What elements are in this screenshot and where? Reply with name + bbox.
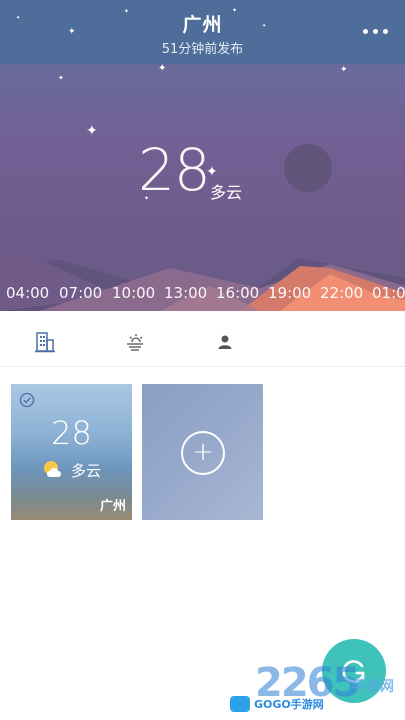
partly-cloudy-icon	[44, 461, 61, 477]
tab-bar	[0, 318, 405, 366]
card-temperature: 28	[51, 414, 92, 452]
add-city-card[interactable]: +	[142, 384, 263, 520]
tab-conditions[interactable]	[90, 318, 180, 366]
city-card-guangzhou[interactable]: 28 多云 广州	[11, 384, 132, 520]
city-title[interactable]: 广州	[0, 10, 405, 37]
current-temperature: 28	[138, 136, 211, 204]
card-condition: 多云	[71, 462, 102, 480]
city-building-icon	[35, 332, 55, 353]
hourly-timeline[interactable]: 04:00 07:00 10:00 13:00 16:00 19:00 22:0…	[0, 284, 405, 306]
publish-time: 51分钟前发布	[161, 42, 244, 57]
timeline-hour[interactable]: 13:00	[164, 284, 207, 302]
watermark-brand: GOGO手游网	[254, 698, 324, 711]
current-condition: 多云	[210, 183, 243, 202]
star: ✦	[58, 74, 64, 82]
check-circle-icon	[19, 392, 35, 408]
add-circle-icon: +	[181, 431, 225, 475]
timeline-hour[interactable]: 10:00	[112, 284, 155, 302]
app-header: ✦ ✦ ✦ ✦ ✦ 广州 51分钟前发布	[0, 0, 405, 64]
star: ✦	[158, 63, 167, 74]
timeline-hour[interactable]: 19:00	[268, 284, 311, 302]
watermark-logo: GOGO手游网	[230, 694, 380, 714]
watermark-suffix: 手游网	[352, 679, 394, 695]
crescent-moon-icon	[284, 144, 339, 196]
timeline-hour[interactable]: 22:00	[320, 284, 363, 302]
star: ✦	[86, 123, 98, 139]
tab-cities[interactable]	[0, 318, 90, 366]
tab-profile[interactable]	[180, 318, 270, 366]
timeline-hour[interactable]: 01:0	[372, 284, 405, 302]
timeline-hour[interactable]: 07:00	[59, 284, 102, 302]
divider	[0, 366, 405, 367]
plus-icon: +	[192, 437, 214, 467]
user-icon	[218, 335, 232, 349]
more-dots-icon[interactable]	[361, 20, 391, 42]
timeline-hour[interactable]: 04:00	[6, 284, 49, 302]
star: ✦	[340, 65, 348, 75]
timeline-hour[interactable]: 16:00	[216, 284, 259, 302]
weather-hero: ✦ ✦ ✦ ✦ ✦ ✦ ✦ ✦ ✦ ✦ ✦ ✦ ✦ ✦ ✦ ✦ ✦ 广州 51分…	[0, 0, 405, 311]
card-city-name: 广州	[99, 499, 126, 514]
gogo-logo-icon	[230, 696, 250, 712]
sun-haze-icon	[127, 334, 143, 351]
